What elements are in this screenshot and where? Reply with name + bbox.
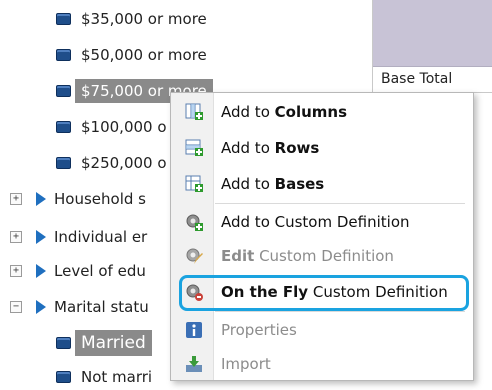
category-icon	[56, 157, 71, 169]
category-icon	[56, 121, 71, 133]
collapse-icon[interactable]: −	[10, 301, 22, 313]
tree-item-label: $250,000 o	[81, 154, 167, 172]
menu-item-edit-custom-definition[interactable]: Edit Custom Definition	[171, 239, 471, 273]
import-icon	[186, 356, 202, 372]
category-icon	[56, 337, 71, 349]
expand-icon[interactable]: +	[10, 231, 22, 243]
menu-item-label: Properties	[221, 321, 297, 339]
menu-item-label: Add to Custom Definition	[221, 213, 410, 231]
tree-folder-individual[interactable]: + Individual er	[10, 224, 147, 250]
tree-folder-marital[interactable]: − Marital statu	[10, 294, 149, 320]
tree-item-label: $35,000 or more	[81, 10, 207, 28]
menu-item-add-to-custom-definition[interactable]: Add to Custom Definition	[171, 205, 471, 239]
tree-folder-label: Level of edu	[54, 262, 146, 280]
tree-folder-label: Individual er	[54, 228, 148, 246]
menu-item-label: Add to Columns	[221, 103, 348, 121]
menu-item-add-to-bases[interactable]: Add to Bases	[171, 167, 471, 201]
expand-icon[interactable]: +	[10, 193, 22, 205]
menu-item-label: Add to Bases	[221, 175, 325, 193]
menu-item-properties[interactable]: Properties	[171, 313, 471, 347]
folder-triangle-icon	[36, 192, 46, 206]
context-menu: Add to Columns Add to Rows Add to Bases …	[170, 92, 474, 381]
tree-folder-label: Household s	[54, 190, 146, 208]
tree-item-label: $50,000 or more	[81, 46, 207, 64]
tree-folder-household[interactable]: + Household s	[10, 186, 146, 212]
menu-item-label: Edit Custom Definition	[221, 247, 394, 265]
tree-folder-label: Marital statu	[54, 298, 149, 316]
menu-item-add-to-rows[interactable]: Add to Rows	[171, 131, 471, 165]
grid-header	[373, 0, 492, 67]
menu-separator	[215, 203, 465, 204]
tree-item-35000[interactable]: $35,000 or more	[56, 6, 207, 32]
tree-item-label: Not marri	[81, 368, 153, 386]
menu-item-import[interactable]: Import	[171, 347, 471, 381]
category-icon	[56, 371, 71, 383]
highlight-ring	[179, 275, 469, 311]
menu-item-add-to-columns[interactable]: Add to Columns	[171, 95, 471, 129]
add-columns-icon	[185, 103, 203, 120]
tree-item-label-selected: Married	[75, 330, 152, 356]
grid-cell-base-total[interactable]: Base Total	[373, 66, 492, 93]
expand-icon[interactable]: +	[10, 265, 22, 277]
menu-separator	[215, 311, 465, 312]
category-icon	[56, 85, 71, 97]
tree-item-250000[interactable]: $250,000 o	[56, 150, 167, 176]
menu-item-label: Add to Rows	[221, 139, 320, 157]
tree-item-100000[interactable]: $100,000 o	[56, 114, 167, 140]
tree-item-not-married[interactable]: Not marri	[56, 364, 152, 390]
gear-add-icon	[186, 214, 203, 231]
gear-edit-icon	[186, 248, 203, 264]
folder-triangle-icon	[36, 300, 46, 314]
folder-triangle-icon	[36, 230, 46, 244]
category-icon	[56, 13, 71, 25]
folder-triangle-icon	[36, 264, 46, 278]
add-bases-icon	[185, 175, 203, 192]
tree-item-label: $100,000 o	[81, 118, 167, 136]
info-icon	[186, 322, 202, 338]
tree-item-married[interactable]: Married	[56, 330, 152, 356]
add-rows-icon	[185, 139, 203, 156]
tree-item-50000[interactable]: $50,000 or more	[56, 42, 207, 68]
tree-folder-education[interactable]: + Level of edu	[10, 258, 146, 284]
category-icon	[56, 49, 71, 61]
menu-item-label: Import	[221, 355, 271, 373]
